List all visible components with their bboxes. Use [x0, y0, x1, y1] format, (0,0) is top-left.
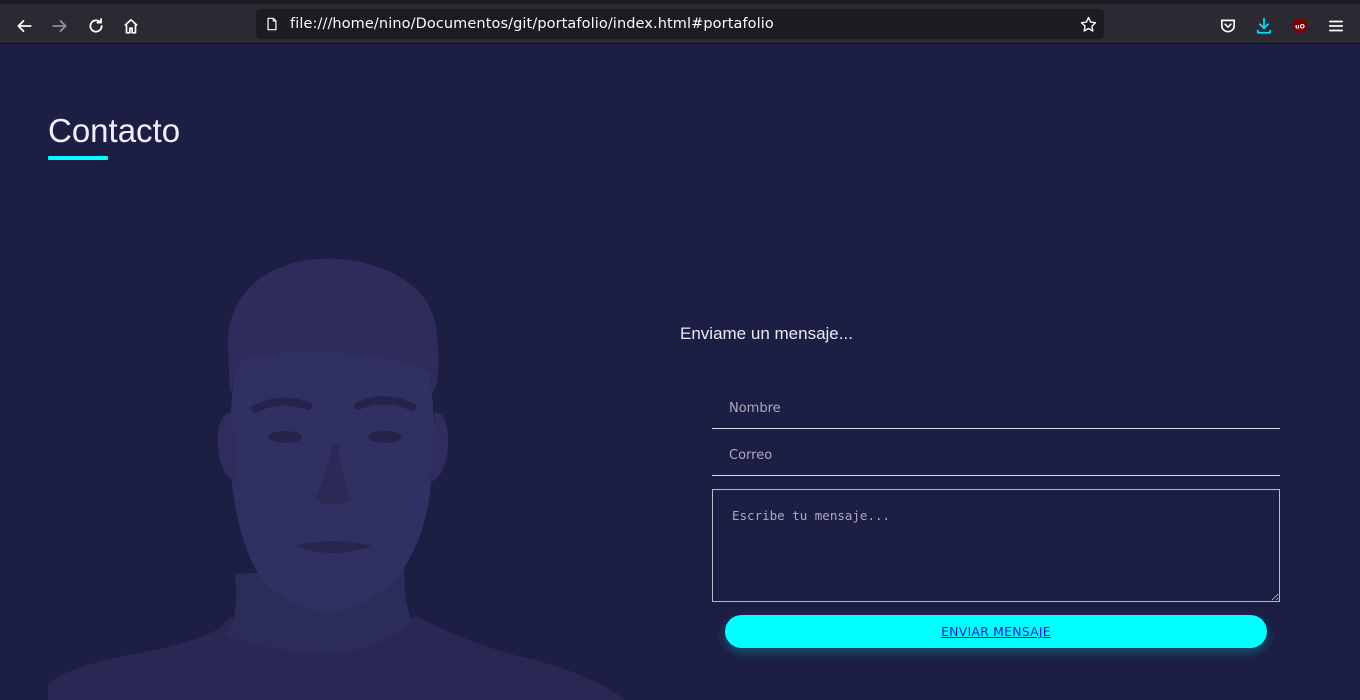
menu-button[interactable] — [1320, 10, 1352, 42]
form-heading: Enviame un mensaje... — [680, 324, 853, 343]
back-button[interactable] — [8, 10, 40, 42]
ublock-icon: uO — [1293, 18, 1307, 34]
pocket-button[interactable] — [1212, 10, 1244, 42]
svg-text:uO: uO — [1295, 23, 1305, 30]
reload-button[interactable] — [80, 10, 112, 42]
back-arrow-icon — [17, 20, 32, 32]
hamburger-menu-icon — [1328, 20, 1344, 32]
forward-arrow-icon — [52, 20, 67, 32]
home-button[interactable] — [115, 10, 147, 42]
download-icon — [1256, 17, 1272, 34]
ublock-button[interactable]: uO — [1284, 10, 1316, 42]
name-input[interactable] — [712, 389, 1280, 429]
reload-icon — [89, 18, 103, 33]
send-message-label: ENVIAR MENSAJE — [941, 624, 1051, 639]
page-content: Contacto Enviame un mensaje... ENVIAR ME… — [0, 44, 1360, 700]
page-title: Contacto — [48, 112, 181, 149]
downloads-button[interactable] — [1248, 10, 1280, 42]
forward-button[interactable] — [44, 10, 76, 42]
message-textarea[interactable] — [712, 489, 1280, 602]
page-icon — [264, 16, 280, 32]
bookmark-star-icon[interactable] — [1078, 14, 1098, 34]
title-underline — [48, 156, 108, 160]
portrait-image — [48, 258, 625, 700]
url-text: file:///home/nino/Documentos/git/portafo… — [290, 16, 774, 32]
browser-toolbar: file:///home/nino/Documentos/git/portafo… — [0, 0, 1360, 44]
email-input[interactable] — [712, 436, 1280, 476]
home-icon — [124, 18, 138, 34]
send-message-button[interactable]: ENVIAR MENSAJE — [725, 615, 1267, 648]
pocket-icon — [1220, 19, 1236, 33]
url-bar[interactable]: file:///home/nino/Documentos/git/portafo… — [256, 9, 1104, 39]
